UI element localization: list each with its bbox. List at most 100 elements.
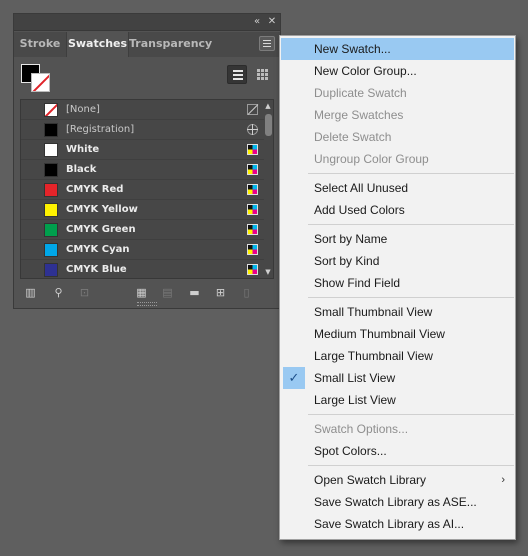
- new-folder-icon[interactable]: ▬: [188, 286, 201, 299]
- scrollbar[interactable]: ▲ ▼: [264, 102, 272, 276]
- menu-item-label: Ungroup Color Group: [314, 152, 429, 166]
- swatch-name: CMYK Red: [66, 184, 124, 195]
- menu-item-small-list-view[interactable]: ✓ Small List View: [281, 367, 514, 389]
- cmyk-mode-icon: [247, 264, 258, 275]
- cmyk-mode-icon: [247, 244, 258, 255]
- swatch-name: Black: [66, 164, 97, 175]
- menu-item-show-find-field[interactable]: Show Find Field: [281, 272, 514, 294]
- menu-item-swatch-options: Swatch Options...: [281, 418, 514, 440]
- swatch-row[interactable]: CMYK Green: [21, 220, 264, 240]
- cmyk-mode-icon: [247, 184, 258, 195]
- menu-item-large-list-view[interactable]: Large List View: [281, 389, 514, 411]
- menu-item-label: Save Swatch Library as ASE...: [314, 495, 477, 509]
- stroke-swatch[interactable]: [31, 73, 50, 92]
- menu-item-label: Save Swatch Library as AI...: [314, 517, 465, 531]
- menu-item-label: Sort by Name: [314, 232, 388, 246]
- swatch-name: White: [66, 144, 100, 155]
- menu-item-large-thumbnail-view[interactable]: Large Thumbnail View: [281, 345, 514, 367]
- menu-item-label: Large Thumbnail View: [314, 349, 433, 363]
- none-mode-icon: [247, 104, 258, 115]
- swatch-name: CMYK Blue: [66, 264, 127, 275]
- library-icon[interactable]: ▥: [24, 286, 37, 299]
- swatch-chip: [44, 203, 58, 217]
- swatch-chip: [44, 143, 58, 157]
- menu-item-add-used-colors[interactable]: Add Used Colors: [281, 199, 514, 221]
- menu-item-open-swatch-library[interactable]: Open Swatch Library ›: [281, 469, 514, 491]
- new-group-icon[interactable]: ▦: [135, 286, 148, 299]
- menu-separator: [308, 414, 514, 415]
- swatches-panel: « ✕ Stroke Swatches Transparency CMYK Bl…: [13, 13, 281, 309]
- tab-stroke[interactable]: Stroke: [14, 32, 66, 57]
- menu-item-label: Medium Thumbnail View: [314, 327, 445, 341]
- scroll-up-icon[interactable]: ▲: [264, 102, 272, 110]
- collapse-icon[interactable]: «: [250, 15, 264, 29]
- swatch-list: CMYK Blue CMYK Cyan CMYK Green CMYK Yellow C…: [20, 99, 274, 279]
- menu-item-label: Open Swatch Library: [314, 473, 427, 487]
- panel-menu-button[interactable]: [259, 36, 275, 51]
- menu-item-label: Delete Swatch: [314, 130, 392, 144]
- menu-separator: [308, 224, 514, 225]
- menu-item-label: Sort by Kind: [314, 254, 380, 268]
- swatch-name: [Registration]: [66, 124, 135, 135]
- swatch-name: CMYK Green: [66, 224, 136, 235]
- submenu-arrow-icon: ›: [501, 474, 505, 486]
- options-icon: ▤: [162, 286, 173, 299]
- tab-swatches[interactable]: Swatches: [66, 32, 129, 57]
- menu-item-label: Select All Unused: [314, 181, 409, 195]
- menu-item-new-color-group[interactable]: New Color Group...: [281, 60, 514, 82]
- menu-item-label: New Swatch...: [314, 42, 391, 56]
- menu-item-sort-by-kind[interactable]: Sort by Kind: [281, 250, 514, 272]
- registration-mode-icon: [247, 124, 258, 135]
- menu-item-label: New Color Group...: [314, 64, 417, 78]
- scroll-thumb[interactable]: [265, 114, 272, 136]
- menu-item-save-swatch-library-as-ase[interactable]: Save Swatch Library as ASE...: [281, 491, 514, 513]
- menu-item-select-all-unused[interactable]: Select All Unused: [281, 177, 514, 199]
- menu-item-delete-swatch: Delete Swatch: [281, 126, 514, 148]
- place-icon: ⊡: [79, 286, 90, 299]
- cmyk-mode-icon: [247, 224, 258, 235]
- swatch-name: CMYK Yellow: [66, 204, 138, 215]
- trash-icon: ▯: [243, 286, 250, 299]
- panel-titlebar[interactable]: « ✕: [14, 14, 280, 31]
- swatch-chip: [44, 183, 58, 197]
- swatch-chip: [44, 223, 58, 237]
- swatch-row[interactable]: CMYK Cyan: [21, 240, 264, 260]
- tab-transparency[interactable]: Transparency: [129, 32, 212, 57]
- menu-item-new-swatch[interactable]: New Swatch...: [281, 38, 514, 60]
- swatch-row[interactable]: CMYK Red: [21, 180, 264, 200]
- menu-item-sort-by-name[interactable]: Sort by Name: [281, 228, 514, 250]
- find-icon[interactable]: ⚲: [52, 286, 65, 299]
- menu-separator: [308, 465, 514, 466]
- menu-separator: [308, 297, 514, 298]
- menu-item-label: Duplicate Swatch: [314, 86, 407, 100]
- menu-item-label: Show Find Field: [314, 276, 401, 290]
- swatch-row[interactable]: CMYK Blue: [21, 260, 264, 278]
- menu-item-label: Spot Colors...: [314, 444, 387, 458]
- swatch-row[interactable]: Black: [21, 160, 264, 180]
- swatch-chip: [44, 163, 58, 177]
- swatch-row[interactable]: [Registration]: [21, 120, 264, 140]
- menu-item-label: Merge Swatches: [314, 108, 404, 122]
- new-swatch-icon[interactable]: ⊞: [214, 286, 227, 299]
- swatch-chip: [44, 263, 58, 277]
- thumbnail-view-icon[interactable]: [253, 65, 273, 84]
- menu-item-spot-colors[interactable]: Spot Colors...: [281, 440, 514, 462]
- list-view-icon[interactable]: [227, 65, 247, 84]
- resize-grip[interactable]: [137, 302, 157, 306]
- swatch-chip: [44, 123, 58, 137]
- swatch-row[interactable]: White: [21, 140, 264, 160]
- menu-item-label: Swatch Options...: [314, 422, 409, 436]
- swatch-row[interactable]: CMYK Yellow: [21, 200, 264, 220]
- menu-item-save-swatch-library-as-ai[interactable]: Save Swatch Library as AI...: [281, 513, 514, 535]
- menu-item-duplicate-swatch: Duplicate Swatch: [281, 82, 514, 104]
- menu-item-small-thumbnail-view[interactable]: Small Thumbnail View: [281, 301, 514, 323]
- menu-item-merge-swatches: Merge Swatches: [281, 104, 514, 126]
- menu-item-medium-thumbnail-view[interactable]: Medium Thumbnail View: [281, 323, 514, 345]
- panel-bottom-bar: ▥ ⚲ ⊡ ▦ ▤ ▬ ⊞ ▯: [14, 280, 280, 308]
- cmyk-mode-icon: [247, 144, 258, 155]
- scroll-down-icon[interactable]: ▼: [264, 268, 272, 276]
- swatch-row[interactable]: [None]: [21, 100, 264, 120]
- close-icon[interactable]: ✕: [265, 15, 279, 29]
- menu-item-ungroup-color-group: Ungroup Color Group: [281, 148, 514, 170]
- menu-item-label: Large List View: [314, 393, 396, 407]
